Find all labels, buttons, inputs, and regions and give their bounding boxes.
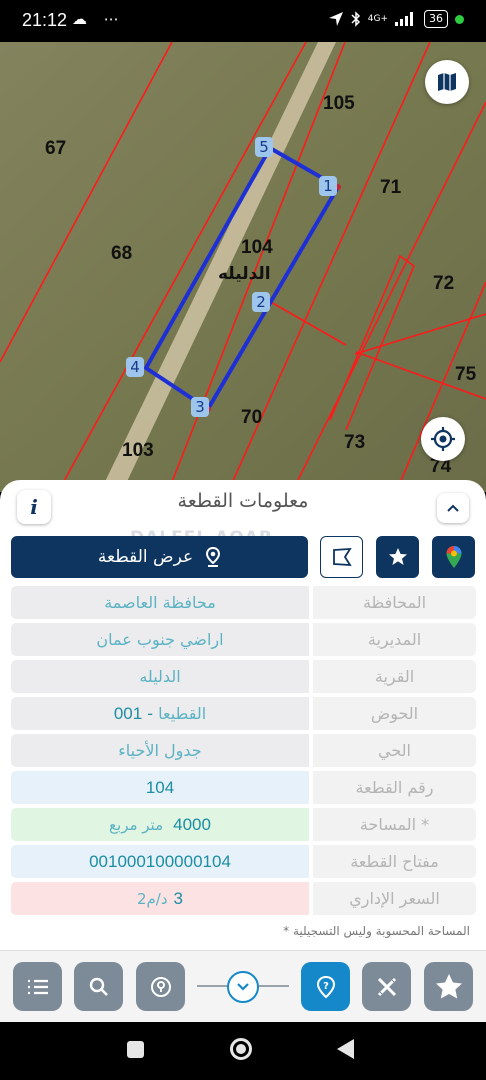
row-governorate: محافظة العاصمة المحافظة — [11, 586, 476, 619]
governorate-label: المحافظة — [313, 586, 476, 619]
recents-button[interactable] — [127, 1041, 144, 1058]
basin-name: القطيعا — [158, 704, 207, 723]
row-parcel-key: 001000100000104 مفتاح القطعة — [11, 845, 476, 878]
my-location-button[interactable] — [421, 417, 465, 461]
vertex-marker-2[interactable]: 2 — [252, 292, 270, 312]
google-maps-button[interactable] — [432, 536, 475, 578]
row-admin-price: د/م2 3 السعر الإداري — [11, 882, 476, 915]
chevron-down-icon — [237, 983, 249, 991]
google-maps-icon — [446, 546, 461, 568]
row-basin: 001 - القطيعا الحوض — [11, 697, 476, 730]
star-icon — [388, 548, 407, 565]
signal-icon — [395, 12, 413, 26]
sheet-title: معلومات القطعة — [177, 490, 309, 512]
tools-icon — [377, 977, 396, 996]
home-button[interactable] — [230, 1038, 252, 1060]
parcel-key-text: 001000100000104 — [89, 851, 231, 871]
privacy-indicator-dot — [455, 14, 464, 24]
list-button[interactable] — [13, 962, 62, 1011]
location-arrow-icon — [328, 12, 343, 26]
search-icon — [89, 977, 108, 996]
tools-button[interactable] — [362, 962, 411, 1011]
admin-price-number: 3 — [173, 888, 184, 908]
row-neighborhood: جدول الأحياء الحي — [11, 734, 476, 767]
parcel-label-73: 73 — [344, 432, 366, 453]
chevron-up-icon — [447, 504, 459, 512]
favorite-button[interactable] — [376, 536, 419, 578]
parcel-label-104: 104 — [241, 237, 273, 258]
back-button[interactable] — [337, 1039, 354, 1059]
neighborhood-label: الحي — [313, 734, 476, 767]
favorites-button[interactable] — [424, 962, 473, 1011]
village-label-cell: القرية — [313, 660, 476, 693]
area-unit: متر مربع — [109, 815, 164, 834]
show-parcel-label: عرض القطعة — [97, 547, 194, 567]
parcel-label-75: 75 — [455, 364, 477, 385]
basin-separator: - — [142, 704, 159, 723]
list-icon — [27, 979, 48, 994]
collapse-sheet-button[interactable] — [437, 493, 469, 523]
battery-indicator: 36 — [424, 10, 448, 28]
admin-price-unit: د/م2 — [136, 889, 168, 908]
parcel-label-72: 72 — [433, 273, 455, 294]
area-value: متر مربع 4000 — [11, 808, 309, 841]
parcel-label-105: 105 — [323, 93, 355, 114]
directorate-value: اراضي جنوب عمان — [11, 623, 309, 656]
location-pin-icon — [150, 976, 171, 997]
search-button[interactable] — [74, 962, 123, 1011]
directorate-label: المديرية — [313, 623, 476, 656]
parcel-number-text: 104 — [145, 777, 175, 797]
crosshair-icon — [431, 427, 455, 451]
notification-icons: ☁ ⋯ — [72, 10, 125, 28]
area-footnote: * المساحة المحسوبة وليس التسجيلية — [283, 924, 470, 938]
bluetooth-icon — [351, 11, 360, 27]
area-number: 4000 — [173, 814, 211, 834]
network-type: 4G+ — [367, 13, 388, 24]
admin-price-label: السعر الإداري — [313, 882, 476, 915]
parcel-details-table: محافظة العاصمة المحافظة اراضي جنوب عمان … — [11, 586, 476, 919]
parcel-label-67: 67 — [45, 138, 67, 159]
area-label: المساحة * — [313, 808, 476, 841]
parcel-label-68: 68 — [111, 243, 133, 264]
row-parcel-number: 104 رقم القطعة — [11, 771, 476, 804]
toolbar-toggle-button[interactable] — [227, 971, 259, 1003]
parcel-key-label: مفتاح القطعة — [313, 845, 476, 878]
governorate-value: محافظة العاصمة — [11, 586, 309, 619]
vertex-marker-1[interactable]: 1 — [319, 176, 337, 196]
vertex-marker-4[interactable]: 4 — [126, 357, 144, 377]
basin-label: الحوض — [313, 697, 476, 730]
parcel-number-value: 104 — [11, 771, 309, 804]
vertex-marker-5[interactable]: 5 — [255, 137, 273, 157]
row-directorate: اراضي جنوب عمان المديرية — [11, 623, 476, 656]
star-icon — [435, 973, 462, 998]
status-bar: 21:12 ☁ ⋯ 4G+ 36 — [0, 0, 486, 42]
parcel-label-103: 103 — [122, 440, 154, 461]
map-icon — [438, 73, 456, 91]
basin-value: 001 - القطيعا — [11, 697, 309, 730]
parcel-label-70: 70 — [241, 407, 263, 428]
nearby-button[interactable] — [136, 962, 185, 1011]
map-layers-button[interactable] — [425, 60, 469, 104]
satellite-map[interactable]: 5 1 2 4 3 105 67 71 68 104 الدليله 72 75… — [0, 42, 486, 492]
show-parcel-button[interactable]: عرض القطعة — [11, 536, 308, 578]
system-icons: 4G+ 36 — [328, 10, 464, 28]
neighborhood-value: جدول الأحياء — [11, 734, 309, 767]
parcel-number-label: رقم القطعة — [313, 771, 476, 804]
location-pin-icon — [206, 547, 221, 567]
parcel-label-71: 71 — [380, 177, 402, 198]
parcel-key-value: 001000100000104 — [11, 845, 309, 878]
row-area: متر مربع 4000 المساحة * — [11, 808, 476, 841]
svg-text:?: ? — [323, 981, 329, 992]
admin-price-value: د/م2 3 — [11, 882, 309, 915]
vertex-marker-3[interactable]: 3 — [191, 397, 209, 417]
draw-polygon-button[interactable] — [320, 536, 363, 578]
row-village: الدليله القرية — [11, 660, 476, 693]
village-label: الدليله — [218, 264, 271, 284]
help-button[interactable]: ? — [301, 962, 350, 1011]
clock: 21:12 — [22, 10, 68, 30]
help-icon: ? — [316, 975, 335, 998]
polygon-icon — [332, 547, 352, 567]
basin-number: 001 — [113, 703, 143, 723]
village-value: الدليله — [11, 660, 309, 693]
